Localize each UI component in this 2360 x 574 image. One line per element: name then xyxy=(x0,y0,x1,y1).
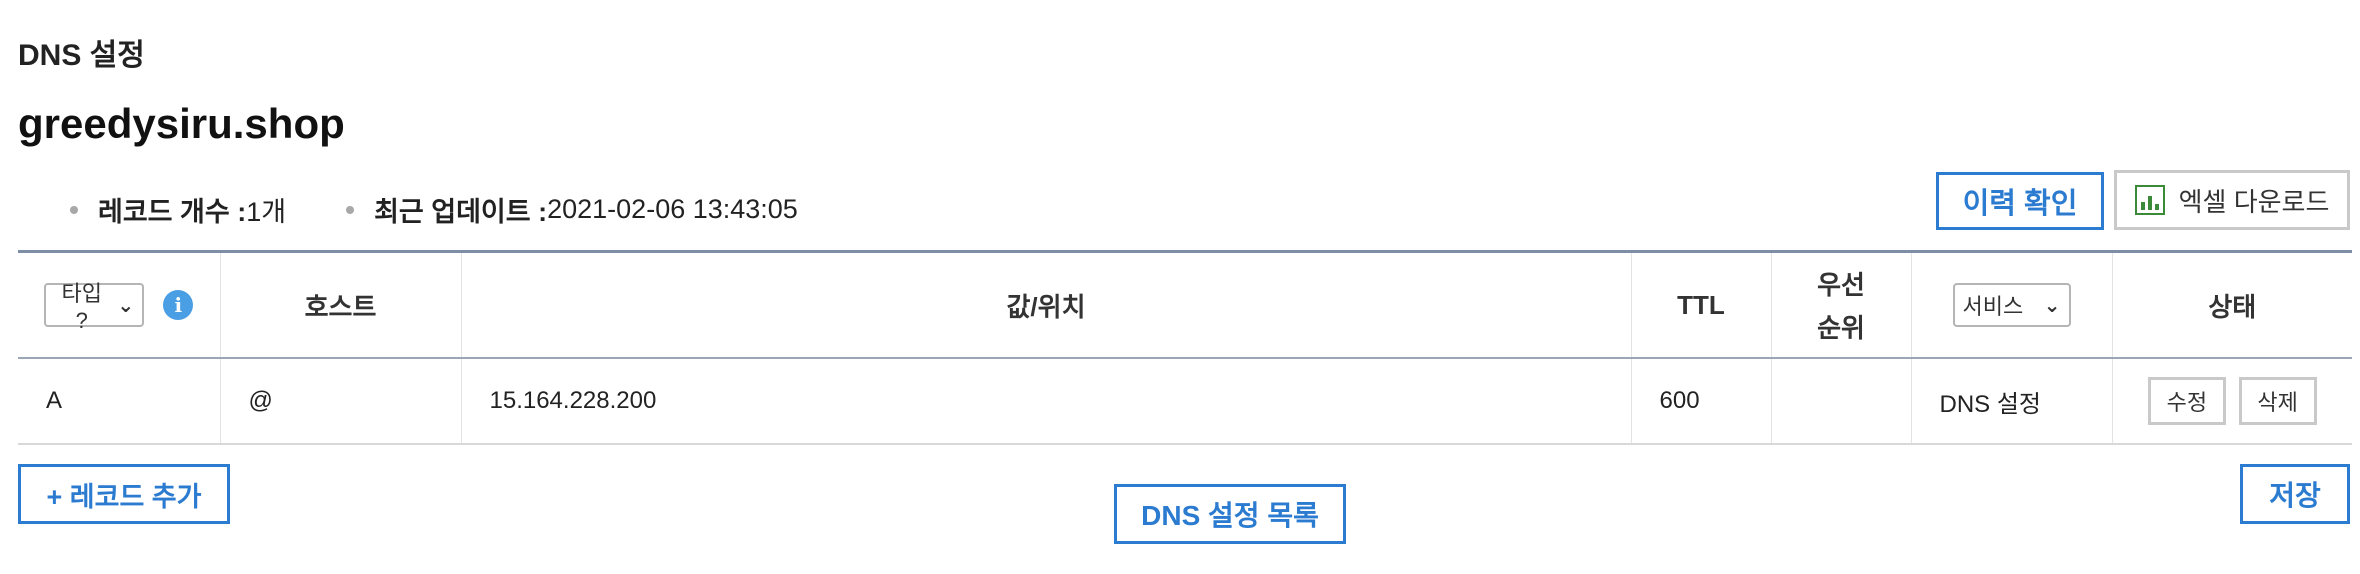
record-status: 수정 삭제 xyxy=(2112,358,2352,445)
last-update-label: 최근 업데이트 : xyxy=(374,197,548,227)
ttl-header: TTL xyxy=(1631,253,1772,359)
table-row: A @ 15.164.228.200 600 DNS 설정 수정 삭제 xyxy=(18,358,2352,445)
status-header: 상태 xyxy=(2112,253,2352,359)
type-filter-value: 타입 ? xyxy=(61,281,102,333)
record-value: 15.164.228.200 xyxy=(461,358,1632,445)
save-button[interactable]: 저장 xyxy=(2240,464,2350,524)
type-filter-select[interactable]: 타입 ? ⌄ xyxy=(44,281,145,333)
service-filter-value: 서비스 xyxy=(1962,294,2024,319)
host-header: 호스트 xyxy=(220,253,462,359)
excel-chart-icon xyxy=(2134,185,2165,215)
delete-button[interactable]: 삭제 xyxy=(2238,377,2317,425)
table-header-row: 타입 ? ⌄ i 호스트 값/위치 TTL 우선 순위 서비스 ⌄ 상태 xyxy=(18,253,2352,359)
priority-header-line1: 우선 xyxy=(1817,270,1865,300)
service-header: 서비스 ⌄ xyxy=(1911,253,2113,359)
record-ttl: 600 xyxy=(1631,358,1772,445)
priority-header-line2: 순위 xyxy=(1817,313,1865,343)
chevron-down-icon: ⌄ xyxy=(2043,294,2061,317)
excel-download-button[interactable]: 엑셀 다운로드 xyxy=(2114,170,2350,230)
domain-name: greedysiru.shop xyxy=(18,100,345,147)
priority-header: 우선 순위 xyxy=(1771,253,1912,359)
add-record-button[interactable]: + 레코드 추가 xyxy=(18,464,230,524)
last-update: 최근 업데이트 : 2021-02-06 13:43:05 xyxy=(346,190,798,229)
excel-download-label: 엑셀 다운로드 xyxy=(2178,186,2330,217)
record-priority xyxy=(1771,358,1912,445)
history-button[interactable]: 이력 확인 xyxy=(1936,172,2104,230)
record-count: 레코드 개수 : 1개 xyxy=(70,190,286,229)
record-host: @ xyxy=(220,358,462,445)
dns-record-table: 타입 ? ⌄ i 호스트 값/위치 TTL 우선 순위 서비스 ⌄ 상태 A @… xyxy=(18,253,2352,445)
page-title: DNS 설정 xyxy=(18,39,145,72)
record-type: A xyxy=(18,358,221,445)
chevron-down-icon: ⌄ xyxy=(117,294,135,317)
record-summary: 레코드 개수 : 1개 최근 업데이트 : 2021-02-06 13:43:0… xyxy=(70,190,858,229)
edit-button[interactable]: 수정 xyxy=(2147,377,2226,425)
record-service: DNS 설정 xyxy=(1911,358,2113,445)
type-header: 타입 ? ⌄ i xyxy=(18,253,221,359)
info-icon[interactable]: i xyxy=(163,290,194,320)
dns-list-button[interactable]: DNS 설정 목록 xyxy=(1114,484,1346,544)
value-header: 값/위치 xyxy=(461,253,1632,359)
bullet-icon xyxy=(346,205,355,214)
record-count-label: 레코드 개수 : xyxy=(98,197,247,227)
last-update-value: 2021-02-06 13:43:05 xyxy=(547,194,798,224)
record-count-value: 1개 xyxy=(246,197,287,227)
service-filter-select[interactable]: 서비스 ⌄ xyxy=(1952,283,2071,327)
bullet-icon xyxy=(70,205,78,214)
